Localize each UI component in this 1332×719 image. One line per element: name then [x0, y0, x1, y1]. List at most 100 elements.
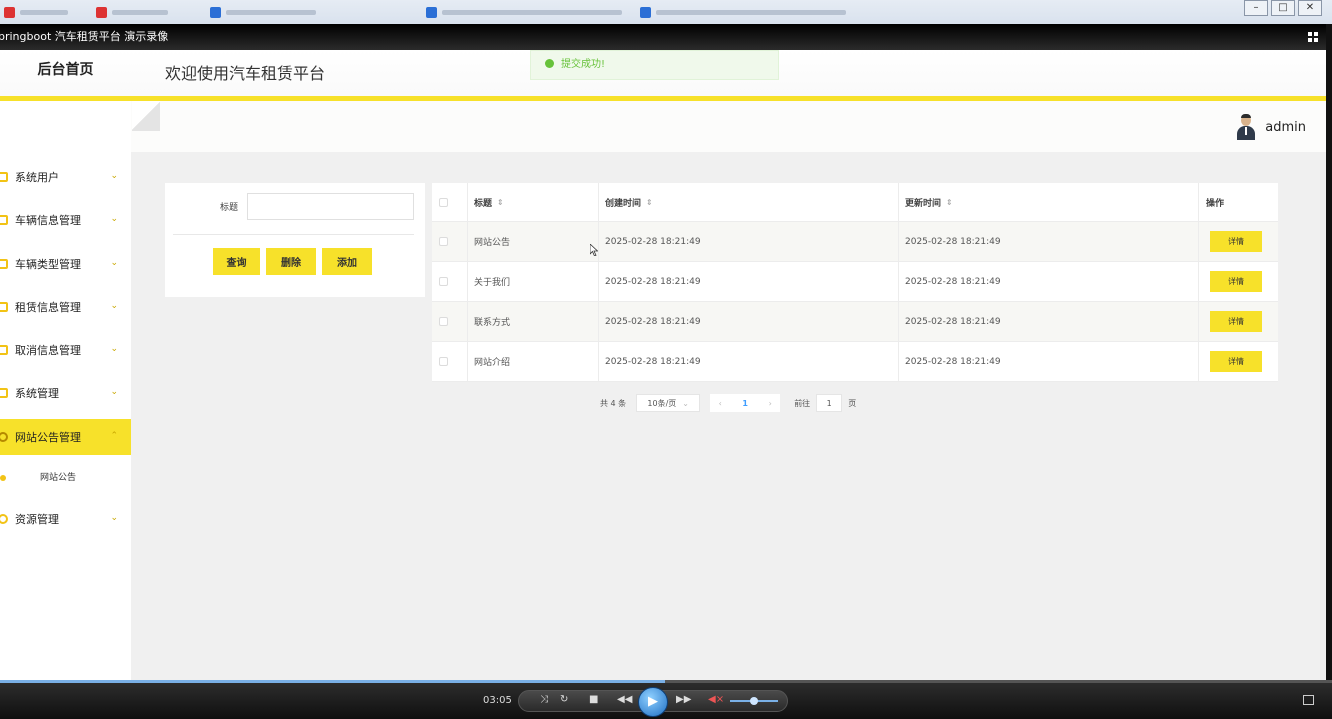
table-row[interactable]: 网站公告 2025-02-28 18:21:49 2025-02-28 18:2…: [432, 222, 1278, 262]
detail-button[interactable]: 详情: [1210, 311, 1262, 332]
home-title[interactable]: 后台首页: [0, 50, 131, 96]
query-button[interactable]: 查询: [213, 248, 260, 275]
folder-icon: [0, 345, 8, 355]
avatar: [1235, 114, 1257, 140]
table-row[interactable]: 联系方式 2025-02-28 18:21:49 2025-02-28 18:2…: [432, 302, 1278, 342]
column-divider: [1198, 183, 1199, 382]
video-title-bar: pringboot 汽车租赁平台 演示录像: [0, 24, 1332, 50]
mouse-cursor-icon: [590, 244, 598, 256]
sidebar-item-vehicle-info[interactable]: 车辆信息管理 ⌄: [0, 202, 131, 238]
sort-icon[interactable]: ⇕: [497, 198, 504, 207]
chevron-up-icon: ⌃: [110, 431, 118, 441]
detail-button[interactable]: 详情: [1210, 351, 1262, 372]
maximize-icon[interactable]: □: [1271, 0, 1295, 16]
grid-icon[interactable]: [1308, 32, 1318, 42]
repeat-icon[interactable]: ↻: [560, 694, 568, 705]
forward-icon[interactable]: ▶▶: [676, 694, 691, 705]
chevron-down-icon: ⌄: [110, 301, 118, 311]
collapse-fold-icon[interactable]: [132, 101, 160, 131]
page-size-select[interactable]: 10条/页 ⌄: [636, 394, 701, 412]
row-checkbox[interactable]: [439, 237, 448, 246]
minimize-icon[interactable]: –: [1244, 0, 1268, 16]
fullscreen-icon[interactable]: [1303, 695, 1314, 705]
table-row[interactable]: 关于我们 2025-02-28 18:21:49 2025-02-28 18:2…: [432, 262, 1278, 302]
seek-bar[interactable]: [0, 680, 1332, 683]
row-updated: 2025-02-28 18:21:49: [905, 276, 1001, 287]
detail-button[interactable]: 详情: [1210, 231, 1262, 252]
table-row[interactable]: 网站介绍 2025-02-28 18:21:49 2025-02-28 18:2…: [432, 342, 1278, 382]
sidebar-item-system-users[interactable]: 系统用户 ⌄: [0, 159, 131, 195]
app-window: 后台首页 欢迎使用汽车租赁平台 提交成功! admin 系统用户 ⌄ 车辆信息管理…: [0, 50, 1326, 680]
column-header-action: 操作: [1206, 198, 1225, 209]
prev-page-icon[interactable]: ‹: [710, 394, 731, 412]
sort-icon[interactable]: ⇕: [946, 198, 953, 207]
user-menu[interactable]: admin: [1235, 114, 1306, 140]
pagination: 共 4 条 10条/页 ⌄ ‹ 1 › 前往 1 页: [600, 394, 856, 412]
next-page-icon[interactable]: ›: [760, 394, 781, 412]
rewind-icon[interactable]: ◀◀: [617, 694, 632, 705]
row-checkbox[interactable]: [439, 317, 448, 326]
goto-page-input[interactable]: 1: [816, 394, 843, 412]
row-created: 2025-02-28 18:21:49: [605, 356, 701, 367]
player-controls: 03:05 ⤨ ↻ ■ ◀◀ ▶ ▶▶ ◀×: [0, 680, 1332, 719]
volume-slider[interactable]: [730, 697, 778, 705]
sidebar-item-vehicle-type[interactable]: 车辆类型管理 ⌄: [0, 246, 131, 282]
chevron-down-icon: ⌄: [110, 387, 118, 397]
column-divider: [598, 183, 599, 382]
row-created: 2025-02-28 18:21:49: [605, 316, 701, 327]
desktop-tab[interactable]: [4, 6, 68, 18]
row-title: 网站公告: [474, 238, 511, 248]
sidebar-subitem-announcement[interactable]: 网站公告: [0, 460, 131, 496]
select-all-checkbox[interactable]: [439, 198, 448, 207]
column-header-title[interactable]: 标题 ⇕: [474, 183, 504, 221]
row-title: 关于我们: [474, 278, 511, 288]
user-icon: [0, 172, 8, 182]
desktop-tab[interactable]: [210, 6, 316, 18]
add-button[interactable]: 添加: [322, 248, 372, 275]
row-checkbox[interactable]: [439, 357, 448, 366]
close-icon[interactable]: ✕: [1298, 0, 1322, 16]
info-icon: [0, 432, 8, 442]
title-label: 标题: [220, 203, 239, 213]
desktop-tab[interactable]: [96, 6, 168, 18]
chevron-down-icon: ⌄: [110, 258, 118, 268]
page-suffix: 页: [848, 398, 857, 408]
sidebar: 系统用户 ⌄ 车辆信息管理 ⌄ 车辆类型管理 ⌄ 租赁信息管理 ⌄ 取消信息管理 ⌄ 系统…: [0, 101, 131, 680]
window-controls: – □ ✕: [1244, 0, 1322, 16]
row-created: 2025-02-28 18:21:49: [605, 276, 701, 287]
chevron-down-icon: ⌄: [110, 344, 118, 354]
column-header-updated[interactable]: 更新时间 ⇕: [905, 183, 953, 221]
row-checkbox[interactable]: [439, 277, 448, 286]
detail-button[interactable]: 详情: [1210, 271, 1262, 292]
stop-icon[interactable]: ■: [589, 694, 598, 705]
sidebar-item-resources[interactable]: 资源管理 ⌄: [0, 501, 131, 537]
shuffle-icon[interactable]: ⤨: [540, 694, 548, 705]
playback-time: 03:05: [483, 695, 512, 706]
folder-icon: [0, 215, 8, 225]
divider: [173, 234, 414, 235]
sidebar-item-announcements[interactable]: 网站公告管理 ⌃: [0, 419, 131, 455]
current-page[interactable]: 1: [730, 394, 761, 412]
sort-icon[interactable]: ⇕: [646, 198, 653, 207]
row-updated: 2025-02-28 18:21:49: [905, 316, 1001, 327]
title-search-input[interactable]: [247, 193, 414, 220]
bullet-icon: [0, 475, 6, 481]
sidebar-item-system-management[interactable]: 系统管理 ⌄: [0, 375, 131, 411]
video-title: pringboot 汽车租赁平台 演示录像: [0, 30, 169, 43]
chevron-down-icon: ⌄: [682, 398, 689, 408]
desktop-tab[interactable]: [640, 6, 846, 18]
desktop-tab[interactable]: [426, 6, 622, 18]
success-toast: 提交成功!: [530, 50, 779, 80]
play-button[interactable]: ▶: [638, 687, 668, 717]
mute-icon[interactable]: ◀×: [708, 694, 724, 705]
pin-icon: [0, 514, 8, 524]
check-circle-icon: [545, 59, 554, 68]
row-updated: 2025-02-28 18:21:49: [905, 356, 1001, 367]
sidebar-item-rental-info[interactable]: 租赁信息管理 ⌄: [0, 289, 131, 325]
desktop-tab-strip: – □ ✕: [0, 0, 1332, 24]
row-title: 联系方式: [474, 318, 511, 328]
sidebar-item-cancel-info[interactable]: 取消信息管理 ⌄: [0, 332, 131, 368]
column-header-created[interactable]: 创建时间 ⇕: [605, 183, 653, 221]
delete-button[interactable]: 删除: [266, 248, 316, 275]
chevron-down-icon: ⌄: [110, 214, 118, 224]
